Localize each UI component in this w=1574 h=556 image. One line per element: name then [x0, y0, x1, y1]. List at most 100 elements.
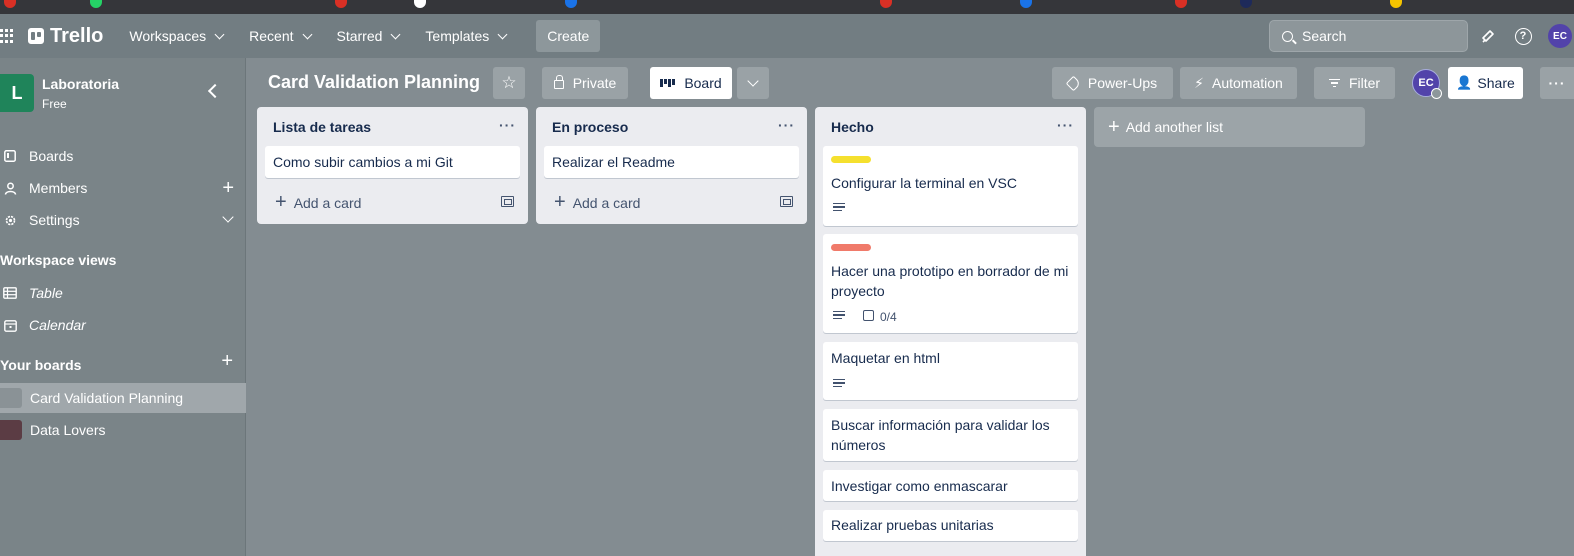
- card-label-yellow[interactable]: [831, 156, 871, 163]
- your-boards-heading: Your boards: [0, 357, 82, 373]
- board-icon: [3, 150, 17, 162]
- card[interactable]: Como subir cambios a mi Git: [265, 146, 520, 178]
- list-hecho[interactable]: Hecho ··· Configurar la terminal en VSC …: [815, 107, 1086, 556]
- trello-logo[interactable]: Trello: [28, 25, 103, 48]
- card-title: Maquetar en html: [831, 350, 940, 366]
- list-lista-de-tareas[interactable]: Lista de tareas ··· Como subir cambios a…: [257, 107, 528, 224]
- automation-label: Automation: [1212, 75, 1283, 91]
- megaphone-icon[interactable]: [1477, 25, 1499, 47]
- description-icon: [833, 203, 845, 212]
- board-view-icon: [660, 79, 676, 87]
- card-template-icon[interactable]: [501, 196, 514, 207]
- list-menu-icon[interactable]: ···: [1057, 117, 1074, 133]
- calendar-icon: [3, 319, 17, 332]
- add-member-icon[interactable]: +: [222, 177, 234, 200]
- chevron-down-icon: [747, 75, 759, 87]
- sidebar-item-settings[interactable]: Settings: [0, 205, 246, 235]
- card[interactable]: Realizar pruebas unitarias: [823, 510, 1078, 541]
- sidebar-item-label: Settings: [29, 212, 80, 228]
- workspace-name[interactable]: Laboratoria: [42, 76, 119, 92]
- lock-icon: [553, 75, 564, 89]
- board-menu-button[interactable]: ···: [1540, 67, 1574, 99]
- share-label: Share: [1477, 75, 1515, 91]
- card[interactable]: Maquetar en html: [823, 342, 1078, 400]
- filter-label: Filter: [1348, 75, 1381, 91]
- nav-starred-label: Starred: [336, 28, 383, 44]
- account-avatar[interactable]: EC: [1548, 24, 1572, 48]
- plus-icon: +: [554, 191, 566, 213]
- card[interactable]: Buscar información para validar los núme…: [823, 409, 1078, 461]
- add-card-label: Add a card: [572, 194, 641, 211]
- sidebar-view-label: Table: [29, 285, 63, 301]
- card[interactable]: Investigar como enmascarar: [823, 470, 1078, 501]
- list-title[interactable]: En proceso: [552, 119, 628, 135]
- nav-templates[interactable]: Templates: [415, 20, 516, 52]
- search-input[interactable]: Search: [1269, 20, 1468, 52]
- create-button[interactable]: Create: [536, 20, 601, 52]
- list-menu-icon[interactable]: ···: [778, 117, 795, 133]
- table-icon: [3, 287, 17, 299]
- filter-button[interactable]: Filter: [1314, 67, 1395, 99]
- sidebar-view-calendar[interactable]: Calendar: [0, 310, 246, 340]
- filter-icon: [1328, 78, 1340, 88]
- sidebar-item-members[interactable]: Members +: [0, 173, 246, 203]
- sidebar-item-label: Members: [29, 180, 88, 196]
- list-en-proceso[interactable]: En proceso ··· Realizar el Readme + Add …: [536, 107, 807, 224]
- sidebar-item-boards[interactable]: Boards: [0, 141, 246, 171]
- list-menu-icon[interactable]: ···: [499, 117, 516, 133]
- add-person-icon: 👤: [1456, 75, 1473, 90]
- board-title[interactable]: Card Validation Planning: [268, 72, 480, 93]
- star-board-button[interactable]: ☆: [493, 67, 525, 99]
- card-title: Realizar el Readme: [552, 154, 675, 170]
- search-placeholder: Search: [1302, 28, 1347, 44]
- person-icon: [3, 182, 17, 195]
- card-template-icon[interactable]: [780, 196, 793, 207]
- nav-recent-label: Recent: [249, 28, 294, 44]
- sidebar-board-card-validation-planning[interactable]: Card Validation Planning: [0, 383, 246, 413]
- trello-logo-icon: [28, 28, 44, 44]
- star-icon: ☆: [501, 73, 517, 92]
- add-card-button[interactable]: + Add a card: [554, 191, 640, 214]
- card-title: Configurar la terminal en VSC: [831, 175, 1017, 191]
- list-title[interactable]: Hecho: [831, 119, 874, 135]
- power-ups-label: Power-Ups: [1087, 75, 1158, 91]
- sidebar-board-data-lovers[interactable]: Data Lovers: [0, 415, 246, 445]
- view-switcher-button[interactable]: [737, 67, 769, 99]
- board-view-button[interactable]: Board: [650, 67, 732, 99]
- apps-grid-icon[interactable]: [0, 29, 14, 43]
- chevron-down-icon: [214, 29, 225, 39]
- description-icon: [833, 379, 845, 388]
- card[interactable]: Configurar la terminal en VSC: [823, 146, 1078, 226]
- visibility-button[interactable]: Private: [542, 67, 628, 99]
- chevron-down-icon[interactable]: [222, 211, 234, 223]
- top-navigation-bar: Trello Workspaces Recent Starred Templat…: [0, 14, 1574, 58]
- list-title[interactable]: Lista de tareas: [273, 119, 371, 135]
- admin-badge-icon: [1431, 88, 1442, 99]
- workspace-logo[interactable]: L: [0, 74, 34, 112]
- collapse-sidebar-icon[interactable]: [207, 83, 223, 99]
- card[interactable]: Hacer una prototipo en borrador de mi pr…: [823, 234, 1078, 333]
- share-button[interactable]: 👤 Share: [1448, 67, 1523, 99]
- workspace-header: L Laboratoria Free: [0, 74, 246, 114]
- board-thumbnail: [0, 420, 22, 440]
- sidebar-view-table[interactable]: Table: [0, 278, 246, 308]
- help-icon: ?: [1514, 27, 1532, 45]
- plus-icon: +: [1108, 115, 1120, 138]
- power-ups-button[interactable]: Power-Ups: [1052, 67, 1173, 99]
- help-icon-button[interactable]: ?: [1512, 25, 1534, 47]
- nav-workspaces[interactable]: Workspaces: [119, 20, 233, 52]
- add-list-button[interactable]: + Add another list: [1094, 107, 1365, 147]
- card[interactable]: Realizar el Readme: [544, 146, 799, 178]
- board-member-avatar[interactable]: EC: [1412, 69, 1442, 99]
- chevron-down-icon: [497, 29, 508, 39]
- card-label-red[interactable]: [831, 244, 871, 251]
- sidebar-board-label: Data Lovers: [30, 422, 106, 438]
- add-board-icon[interactable]: +: [221, 350, 233, 373]
- add-list-label: Add another list: [1125, 119, 1223, 135]
- plus-icon: +: [275, 191, 287, 213]
- add-card-button[interactable]: + Add a card: [275, 191, 361, 214]
- board-thumbnail: [0, 388, 22, 408]
- nav-recent[interactable]: Recent: [239, 20, 320, 52]
- automation-button[interactable]: ⚡ Automation: [1180, 67, 1297, 99]
- nav-starred[interactable]: Starred: [327, 20, 410, 52]
